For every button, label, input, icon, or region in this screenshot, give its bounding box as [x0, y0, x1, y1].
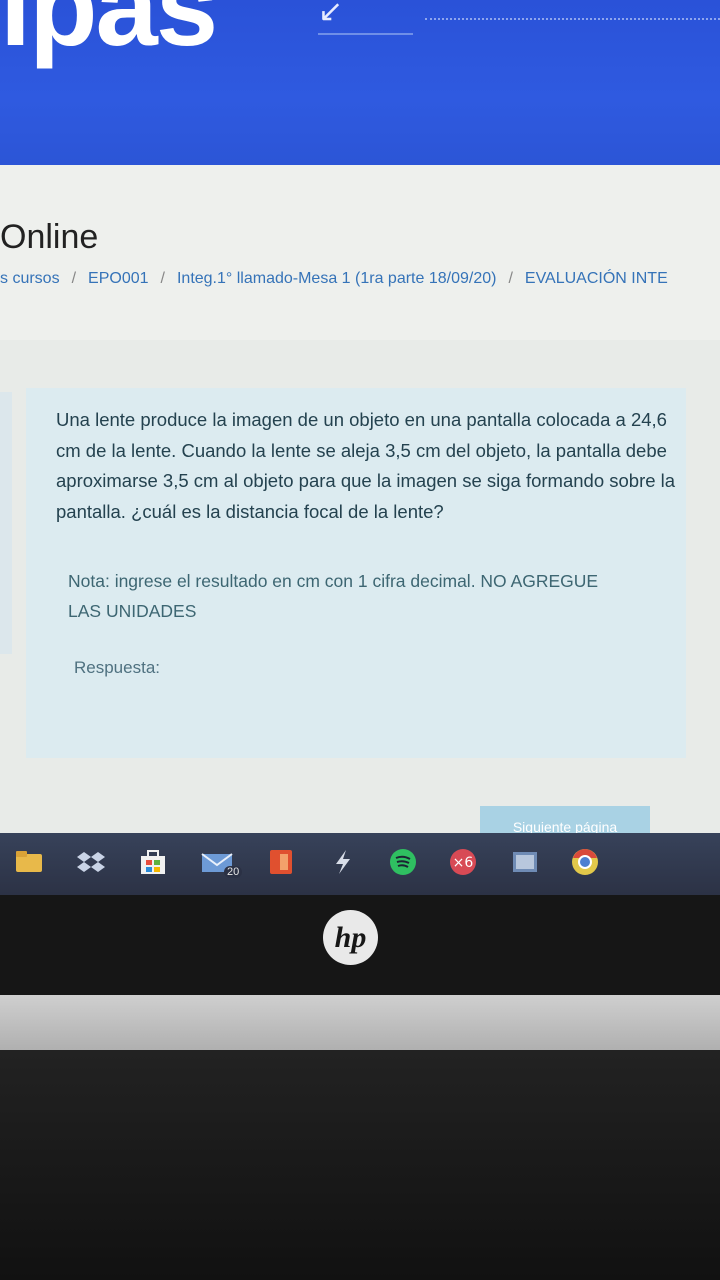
banner-dotted-line — [425, 18, 720, 20]
dropbox-icon[interactable] — [76, 848, 106, 876]
site-banner: ipas ↙ — [0, 0, 720, 165]
hp-logo: hp — [323, 910, 378, 965]
question-text: Una lente produce la imagen de un objeto… — [56, 409, 676, 522]
svg-text:×6: ×6 — [453, 855, 474, 871]
answer-label: Respuesta: — [74, 658, 160, 677]
breadcrumb-separator: / — [71, 270, 77, 287]
laptop-hinge — [0, 995, 720, 1050]
question-note: Nota: ingrese el resultado en cm con 1 c… — [68, 571, 599, 621]
monitor-screen: ipas ↙ Online s cursos / EPO001 / Integ.1° l… — [0, 0, 720, 895]
mail-badge: 20 — [224, 866, 243, 878]
file-explorer-icon[interactable] — [14, 848, 44, 876]
site-title: Online — [0, 218, 99, 256]
chrome-icon[interactable] — [570, 848, 600, 876]
answer-input[interactable] — [190, 648, 394, 684]
app-icon[interactable] — [328, 848, 358, 876]
office-icon[interactable] — [266, 848, 296, 876]
breadcrumb-item-course[interactable]: EPO001 — [88, 270, 148, 287]
arrow-icon: ↙ — [318, 0, 344, 28]
site-logo: ipas — [0, 0, 218, 69]
breadcrumb-item-section[interactable]: Integ.1° llamado-Mesa 1 (1ra parte 18/09… — [177, 270, 496, 287]
store-icon[interactable] — [138, 848, 168, 876]
taskbar — [0, 833, 720, 895]
photos-icon[interactable] — [510, 848, 540, 876]
app-red-icon[interactable]: ×6 — [448, 848, 478, 876]
breadcrumb-item-courses[interactable]: s cursos — [0, 270, 60, 287]
breadcrumb-item-quiz[interactable]: EVALUACIÓN INTE — [525, 270, 668, 287]
spotify-icon[interactable] — [388, 848, 418, 876]
question-info-panel — [0, 392, 12, 654]
keyboard-deck — [0, 1050, 720, 1280]
breadcrumb: s cursos / EPO001 / Integ.1° llamado-Mesa 1 … — [0, 270, 668, 288]
breadcrumb-separator: / — [508, 270, 513, 287]
breadcrumb-separator: / — [160, 270, 165, 287]
banner-divider — [318, 33, 413, 35]
